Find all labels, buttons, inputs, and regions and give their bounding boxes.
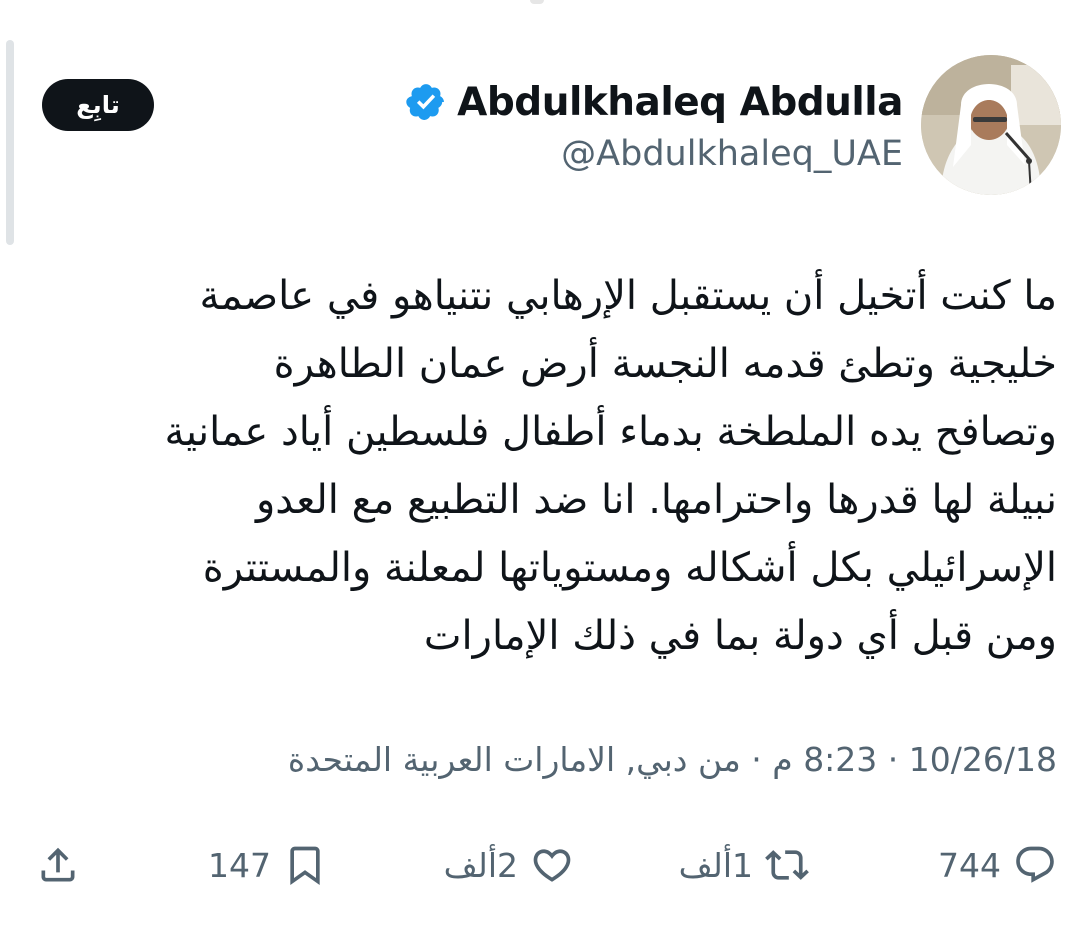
tweet-text-line: وتصافح يده الملطخة بدماء أطفال فلسطين أي… [164, 409, 1057, 455]
avatar[interactable] [921, 55, 1061, 195]
tweet-text-line: خليجية وتطئ قدمه النجسة أرض عمان الطاهرة [273, 341, 1057, 387]
like-count: 2ألف [443, 845, 518, 885]
reply-button[interactable]: 744 [938, 830, 1057, 900]
heart-icon [533, 849, 571, 882]
verified-badge-icon [406, 84, 445, 120]
share-button[interactable] [36, 830, 80, 900]
like-button[interactable]: 2ألف [444, 830, 574, 900]
top-edge-indicator [530, 0, 544, 4]
author-display-name[interactable]: Abdulkhaleq Abdulla [457, 80, 903, 125]
tweet-text-line: الإسرائيلي بكل أشكاله ومستوياتها لمعلنة … [202, 545, 1057, 591]
tweet-timestamp-location[interactable]: 10/26/18 · 8:23 م · من دبي, الامارات الع… [288, 740, 1057, 779]
bookmark-icon [290, 846, 320, 886]
reply-icon [1016, 846, 1054, 883]
author-handle[interactable]: @Abdulkhaleq_UAE [561, 134, 903, 174]
retweet-icon [765, 850, 809, 880]
tweet-text-line: نبيلة لها قدرها واحترامها. انا ضد التطبي… [255, 477, 1057, 523]
follow-button[interactable]: تابِع [42, 79, 154, 131]
action-bar: 744 1ألف 2ألف 147 [0, 830, 1079, 900]
retweet-button[interactable]: 1ألف [679, 830, 809, 900]
reply-count: 744 [938, 845, 1001, 885]
avatar-image [921, 55, 1061, 195]
bookmark-count: 147 [208, 845, 271, 885]
retweet-count: 1ألف [678, 845, 753, 885]
share-icon [41, 847, 75, 882]
bookmark-button[interactable]: 147 [208, 830, 327, 900]
tweet-text: ما كنت أتخيل أن يستقبل الإرهابي نتنياهو … [17, 262, 1057, 670]
scrollbar[interactable] [6, 40, 14, 245]
author-name-row[interactable]: Abdulkhaleq Abdulla [405, 74, 903, 130]
tweet-text-line: ومن قبل أي دولة بما في ذلك الإمارات [423, 613, 1057, 659]
tweet-text-line: ما كنت أتخيل أن يستقبل الإرهابي نتنياهو … [199, 273, 1057, 319]
